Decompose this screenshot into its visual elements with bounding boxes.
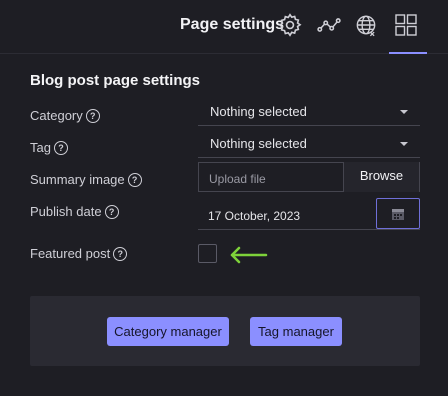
help-icon[interactable]: ? bbox=[104, 204, 119, 219]
publish-date-field[interactable]: 17 October, 2023 bbox=[198, 198, 420, 230]
grid-icon[interactable] bbox=[394, 13, 418, 37]
gear-icon[interactable] bbox=[277, 12, 303, 38]
page-title: Page settings bbox=[180, 16, 285, 33]
chevron-down-icon bbox=[400, 110, 408, 114]
category-select[interactable]: Nothing selected bbox=[198, 100, 420, 126]
help-icon[interactable]: ? bbox=[127, 172, 142, 187]
section-title: Blog post page settings bbox=[30, 72, 201, 89]
globe-icon[interactable] bbox=[353, 12, 379, 38]
tag-select-value: Nothing selected bbox=[210, 136, 307, 151]
help-icon[interactable]: ? bbox=[53, 140, 68, 155]
featured-post-label-row: Featured post ? bbox=[30, 246, 128, 261]
category-manager-button[interactable]: Category manager bbox=[107, 317, 229, 346]
active-tab-indicator bbox=[389, 52, 427, 54]
publish-date-value: 17 October, 2023 bbox=[208, 209, 301, 223]
browse-button[interactable]: Browse bbox=[343, 162, 419, 192]
calendar-icon bbox=[392, 209, 404, 220]
tag-select[interactable]: Nothing selected bbox=[198, 132, 420, 158]
tag-manager-button[interactable]: Tag manager bbox=[250, 317, 342, 346]
manager-panel: Category manager Tag manager bbox=[30, 296, 420, 366]
summary-image-label: Summary image bbox=[30, 172, 125, 187]
help-icon[interactable]: ? bbox=[85, 108, 100, 123]
featured-post-label: Featured post bbox=[30, 246, 111, 261]
chevron-down-icon bbox=[400, 142, 408, 146]
upload-placeholder: Upload file bbox=[209, 172, 266, 186]
tag-label: Tag bbox=[30, 140, 51, 155]
category-label: Category bbox=[30, 108, 83, 123]
calendar-button[interactable] bbox=[376, 198, 420, 229]
help-icon[interactable]: ? bbox=[113, 246, 128, 261]
category-select-value: Nothing selected bbox=[210, 104, 307, 119]
header-bar: Page settings bbox=[0, 0, 448, 54]
summary-image-label-row: Summary image ? bbox=[30, 172, 142, 187]
tag-label-row: Tag ? bbox=[30, 140, 68, 155]
featured-post-checkbox[interactable] bbox=[198, 244, 217, 263]
arrow-left-icon bbox=[228, 246, 268, 264]
route-icon[interactable] bbox=[316, 12, 342, 38]
category-label-row: Category ? bbox=[30, 108, 100, 123]
publish-date-label-row: Publish date ? bbox=[30, 204, 119, 219]
summary-image-upload[interactable]: Upload file Browse bbox=[198, 162, 420, 192]
publish-date-label: Publish date bbox=[30, 204, 102, 219]
